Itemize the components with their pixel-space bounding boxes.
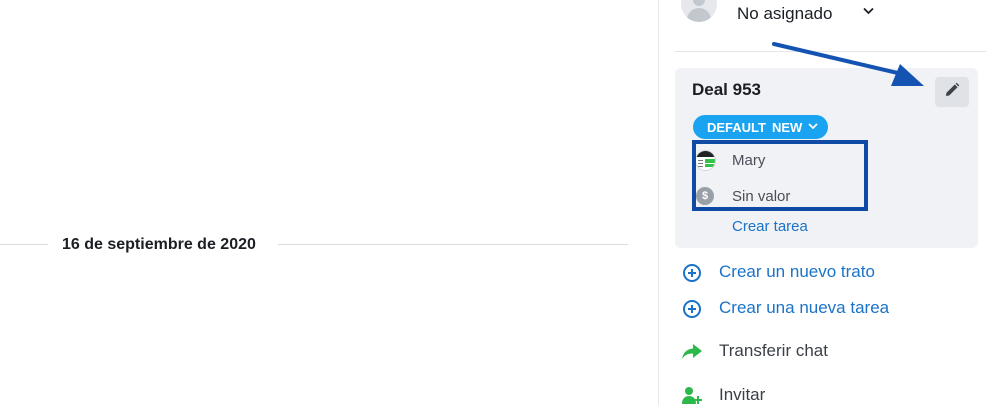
transfer-chat-label: Transferir chat (719, 341, 828, 360)
create-task-label: Crear una nueva tarea (719, 298, 890, 317)
invite-action[interactable]: Invitar (681, 382, 971, 405)
plus-circle-icon (681, 262, 703, 284)
create-task-action[interactable]: Crear una nueva tarea (681, 295, 971, 321)
create-task-link[interactable]: Crear tarea (732, 218, 808, 235)
create-deal-action[interactable]: Crear un nuevo trato (681, 259, 971, 285)
conversation-area: 16 de septiembre de 2020 (0, 0, 658, 405)
deal-card: Deal 953 DEFAULT NEW Mary $ Sin valor Cr… (675, 68, 978, 248)
pipeline-label: DEFAULT (707, 119, 766, 135)
contact-side-panel: No asignado Deal 953 DEFAULT NEW Mary $ … (659, 0, 986, 405)
stage-label: NEW (771, 119, 803, 135)
assignee-label: No asignado (737, 4, 833, 23)
pencil-icon (944, 82, 960, 103)
add-user-icon (681, 385, 703, 405)
pipeline-stage-dropdown[interactable]: DEFAULT NEW (693, 115, 829, 139)
date-separator-label: 16 de septiembre de 2020 (62, 236, 256, 253)
section-divider (675, 51, 986, 52)
transfer-chat-action[interactable]: Transferir chat (681, 338, 971, 364)
separator-line-left (0, 244, 48, 245)
share-arrow-icon (681, 341, 703, 363)
invite-label: Invitar (719, 385, 766, 404)
chevron-down-icon (808, 122, 818, 133)
create-deal-label: Crear un nuevo trato (719, 262, 875, 281)
separator-line-right (278, 244, 628, 245)
user-placeholder-icon (681, 0, 717, 22)
chevron-down-icon (863, 3, 874, 18)
date-separator: 16 de septiembre de 2020 (0, 232, 628, 258)
plus-circle-icon (681, 298, 703, 320)
annotation-highlight-box (692, 140, 868, 211)
deal-title: Deal 953 (692, 80, 761, 99)
assignee-dropdown[interactable]: No asignado (681, 0, 971, 30)
edit-deal-button[interactable] (935, 77, 969, 107)
